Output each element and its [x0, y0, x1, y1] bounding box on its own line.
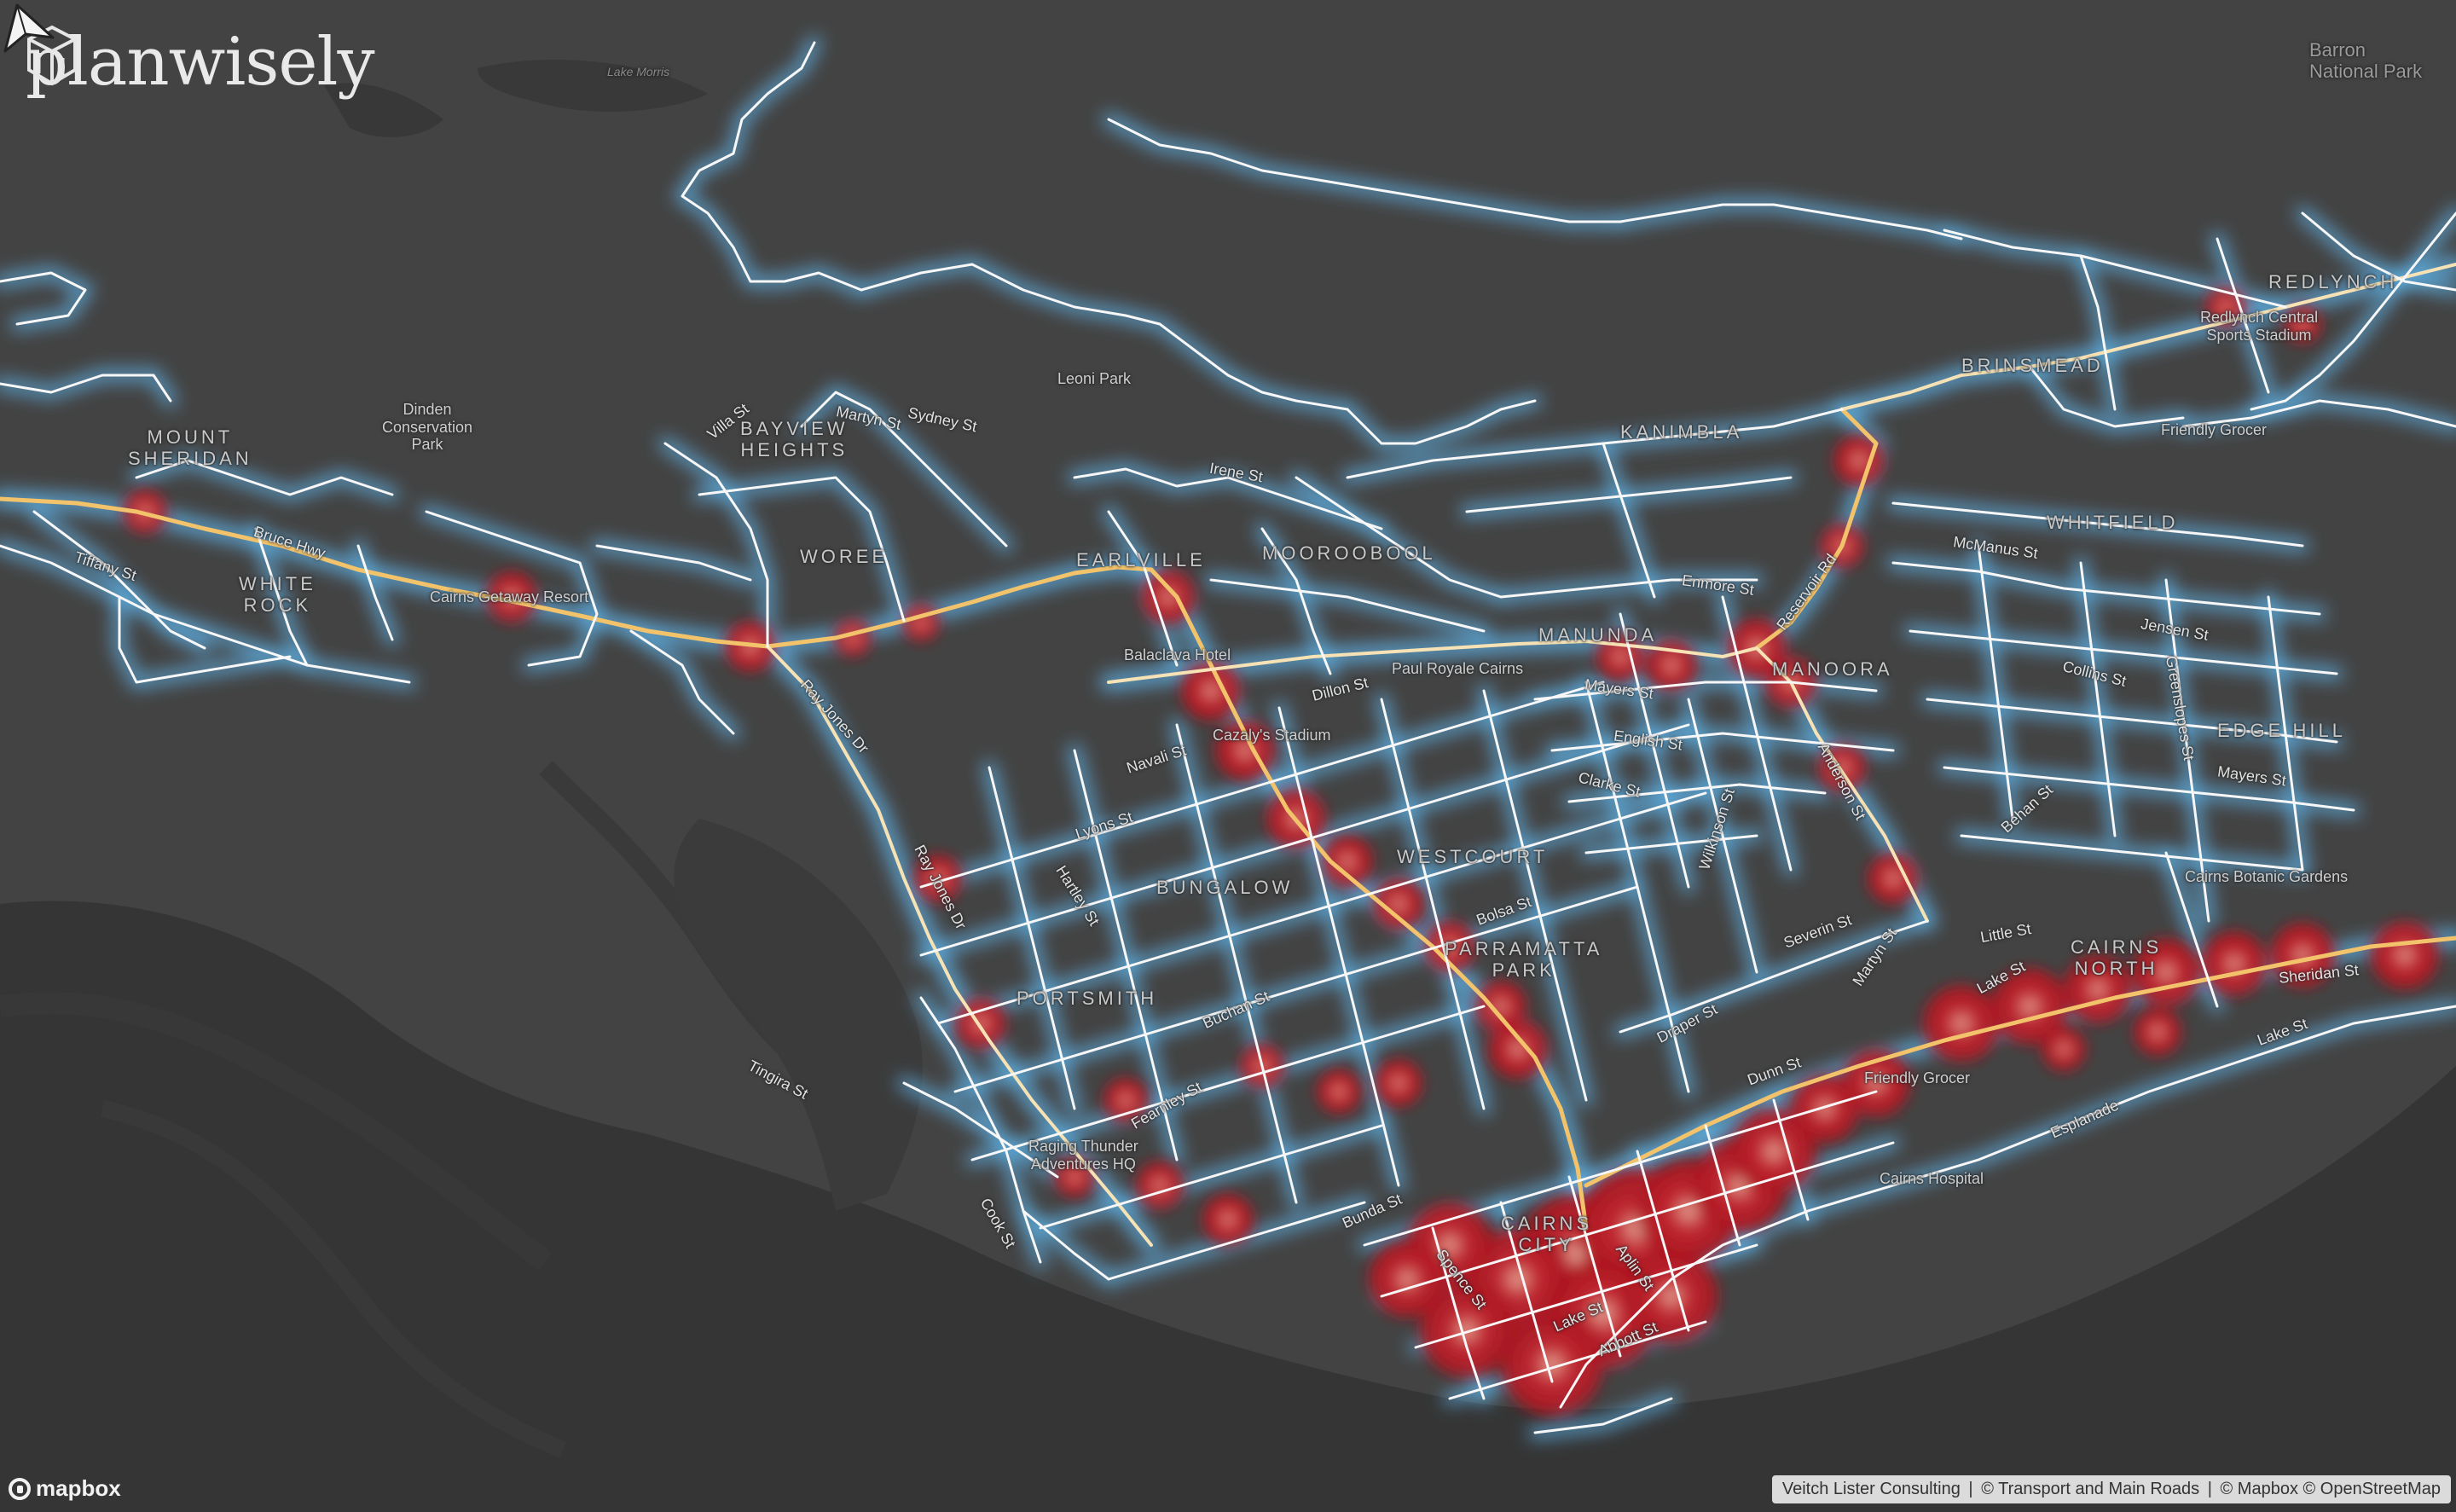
map-label-white-rock: WHITE ROCK [239, 573, 316, 617]
map-label-leoni-park: Leoni Park [1057, 370, 1132, 387]
map-label-redlynch-sports: Redlynch Central Sports Stadium [2200, 309, 2319, 344]
attribution-tmr[interactable]: © Transport and Main Roads [1981, 1480, 2199, 1498]
map-label-cairns-hospital: Cairns Hospital [1880, 1170, 1984, 1187]
heat-spot [1868, 853, 1919, 904]
attribution-sep: | [1968, 1480, 1973, 1498]
map-label-lake-morris: Lake Morris [607, 65, 670, 78]
map-label-manunda: MANUNDA [1538, 624, 1658, 646]
mapbox-logo[interactable]: mapbox [9, 1475, 121, 1502]
navigation-arrow-icon[interactable] [0, 0, 58, 58]
brand-logo[interactable]: planwisely [26, 24, 375, 101]
map-label-friendly-grocer-top: Friendly Grocer [2161, 421, 2268, 438]
attribution-vlc[interactable]: Veitch Lister Consulting [1782, 1480, 1961, 1498]
map-label-manoora: MANOORA [1772, 658, 1893, 680]
map-label-mooroobool: MOOROOBOOL [1262, 542, 1436, 564]
map-label-cairns-city: CAIRNS CITY [1501, 1213, 1593, 1256]
heat-spot [1923, 985, 2000, 1062]
map-label-bayview-heights: BAYVIEW HEIGHTS [740, 418, 849, 461]
map-label-brinsmead: BRINSMEAD [1961, 355, 2104, 376]
map-label-westcourt: WESTCOURT [1397, 846, 1549, 867]
map-label-bungalow: BUNGALOW [1156, 877, 1294, 898]
heat-spot [1136, 1162, 1184, 1209]
map-canvas[interactable]: planwisely Barron National Park Lake Morri… [0, 0, 2456, 1512]
heat-spot [1375, 1059, 1422, 1107]
map-base-layer [0, 0, 2456, 1512]
attribution-sep: | [2207, 1480, 2212, 1498]
map-label-cairns-north: CAIRNS NORTH [2071, 936, 2163, 980]
map-label-cairns-botanic: Cairns Botanic Gardens [2185, 868, 2349, 885]
mapbox-wordmark: mapbox [36, 1475, 121, 1501]
map-label-redlynch: REDLYNCH [2268, 271, 2398, 293]
map-label-balaclava-hotel: Balaclava Hotel [1124, 646, 1231, 663]
map-label-barlow-park: Cazaly's Stadium [1213, 727, 1331, 744]
map-attribution[interactable]: Veitch Lister Consulting | © Transport a… [1771, 1475, 2451, 1503]
map-label-dinden: Dinden Conservation Park [382, 401, 473, 454]
map-label-woree: WOREE [800, 546, 889, 567]
map-label-edge-hill: EDGE HILL [2217, 720, 2346, 741]
map-label-portsmith: PORTSMITH [1017, 988, 1158, 1009]
map-label-paul-royale: Paul Royale Cairns [1392, 660, 1524, 677]
map-label-cairns-getaway: Cairns Getaway Resort [430, 588, 589, 605]
heat-spot [2134, 1008, 2181, 1056]
heat-spot [2371, 921, 2439, 989]
map-label-friendly-grocer: Friendly Grocer [1864, 1069, 1971, 1086]
heat-spot [902, 604, 940, 641]
attribution-mapbox-osm[interactable]: © Mapbox © OpenStreetMap [2221, 1480, 2442, 1498]
map-label-top-right: Barron National Park [2309, 39, 2423, 83]
map-label-mount-sheridan: MOUNT SHERIDAN [128, 426, 252, 470]
map-label-whitfield: WHITFIELD [2047, 512, 2179, 533]
map-label-parramatta-park: PARRAMATTA PARK [1445, 938, 1603, 982]
heat-spot [2042, 1027, 2086, 1071]
heat-spot [1317, 1069, 1361, 1114]
mapbox-logo-icon [9, 1477, 31, 1500]
map-label-kanimbla: KANIMBLA [1620, 421, 1743, 443]
map-label-raging-thunder: Raging Thunder Adventures HQ [1028, 1138, 1138, 1173]
map-label-earlville: EARLVILLE [1076, 549, 1206, 571]
